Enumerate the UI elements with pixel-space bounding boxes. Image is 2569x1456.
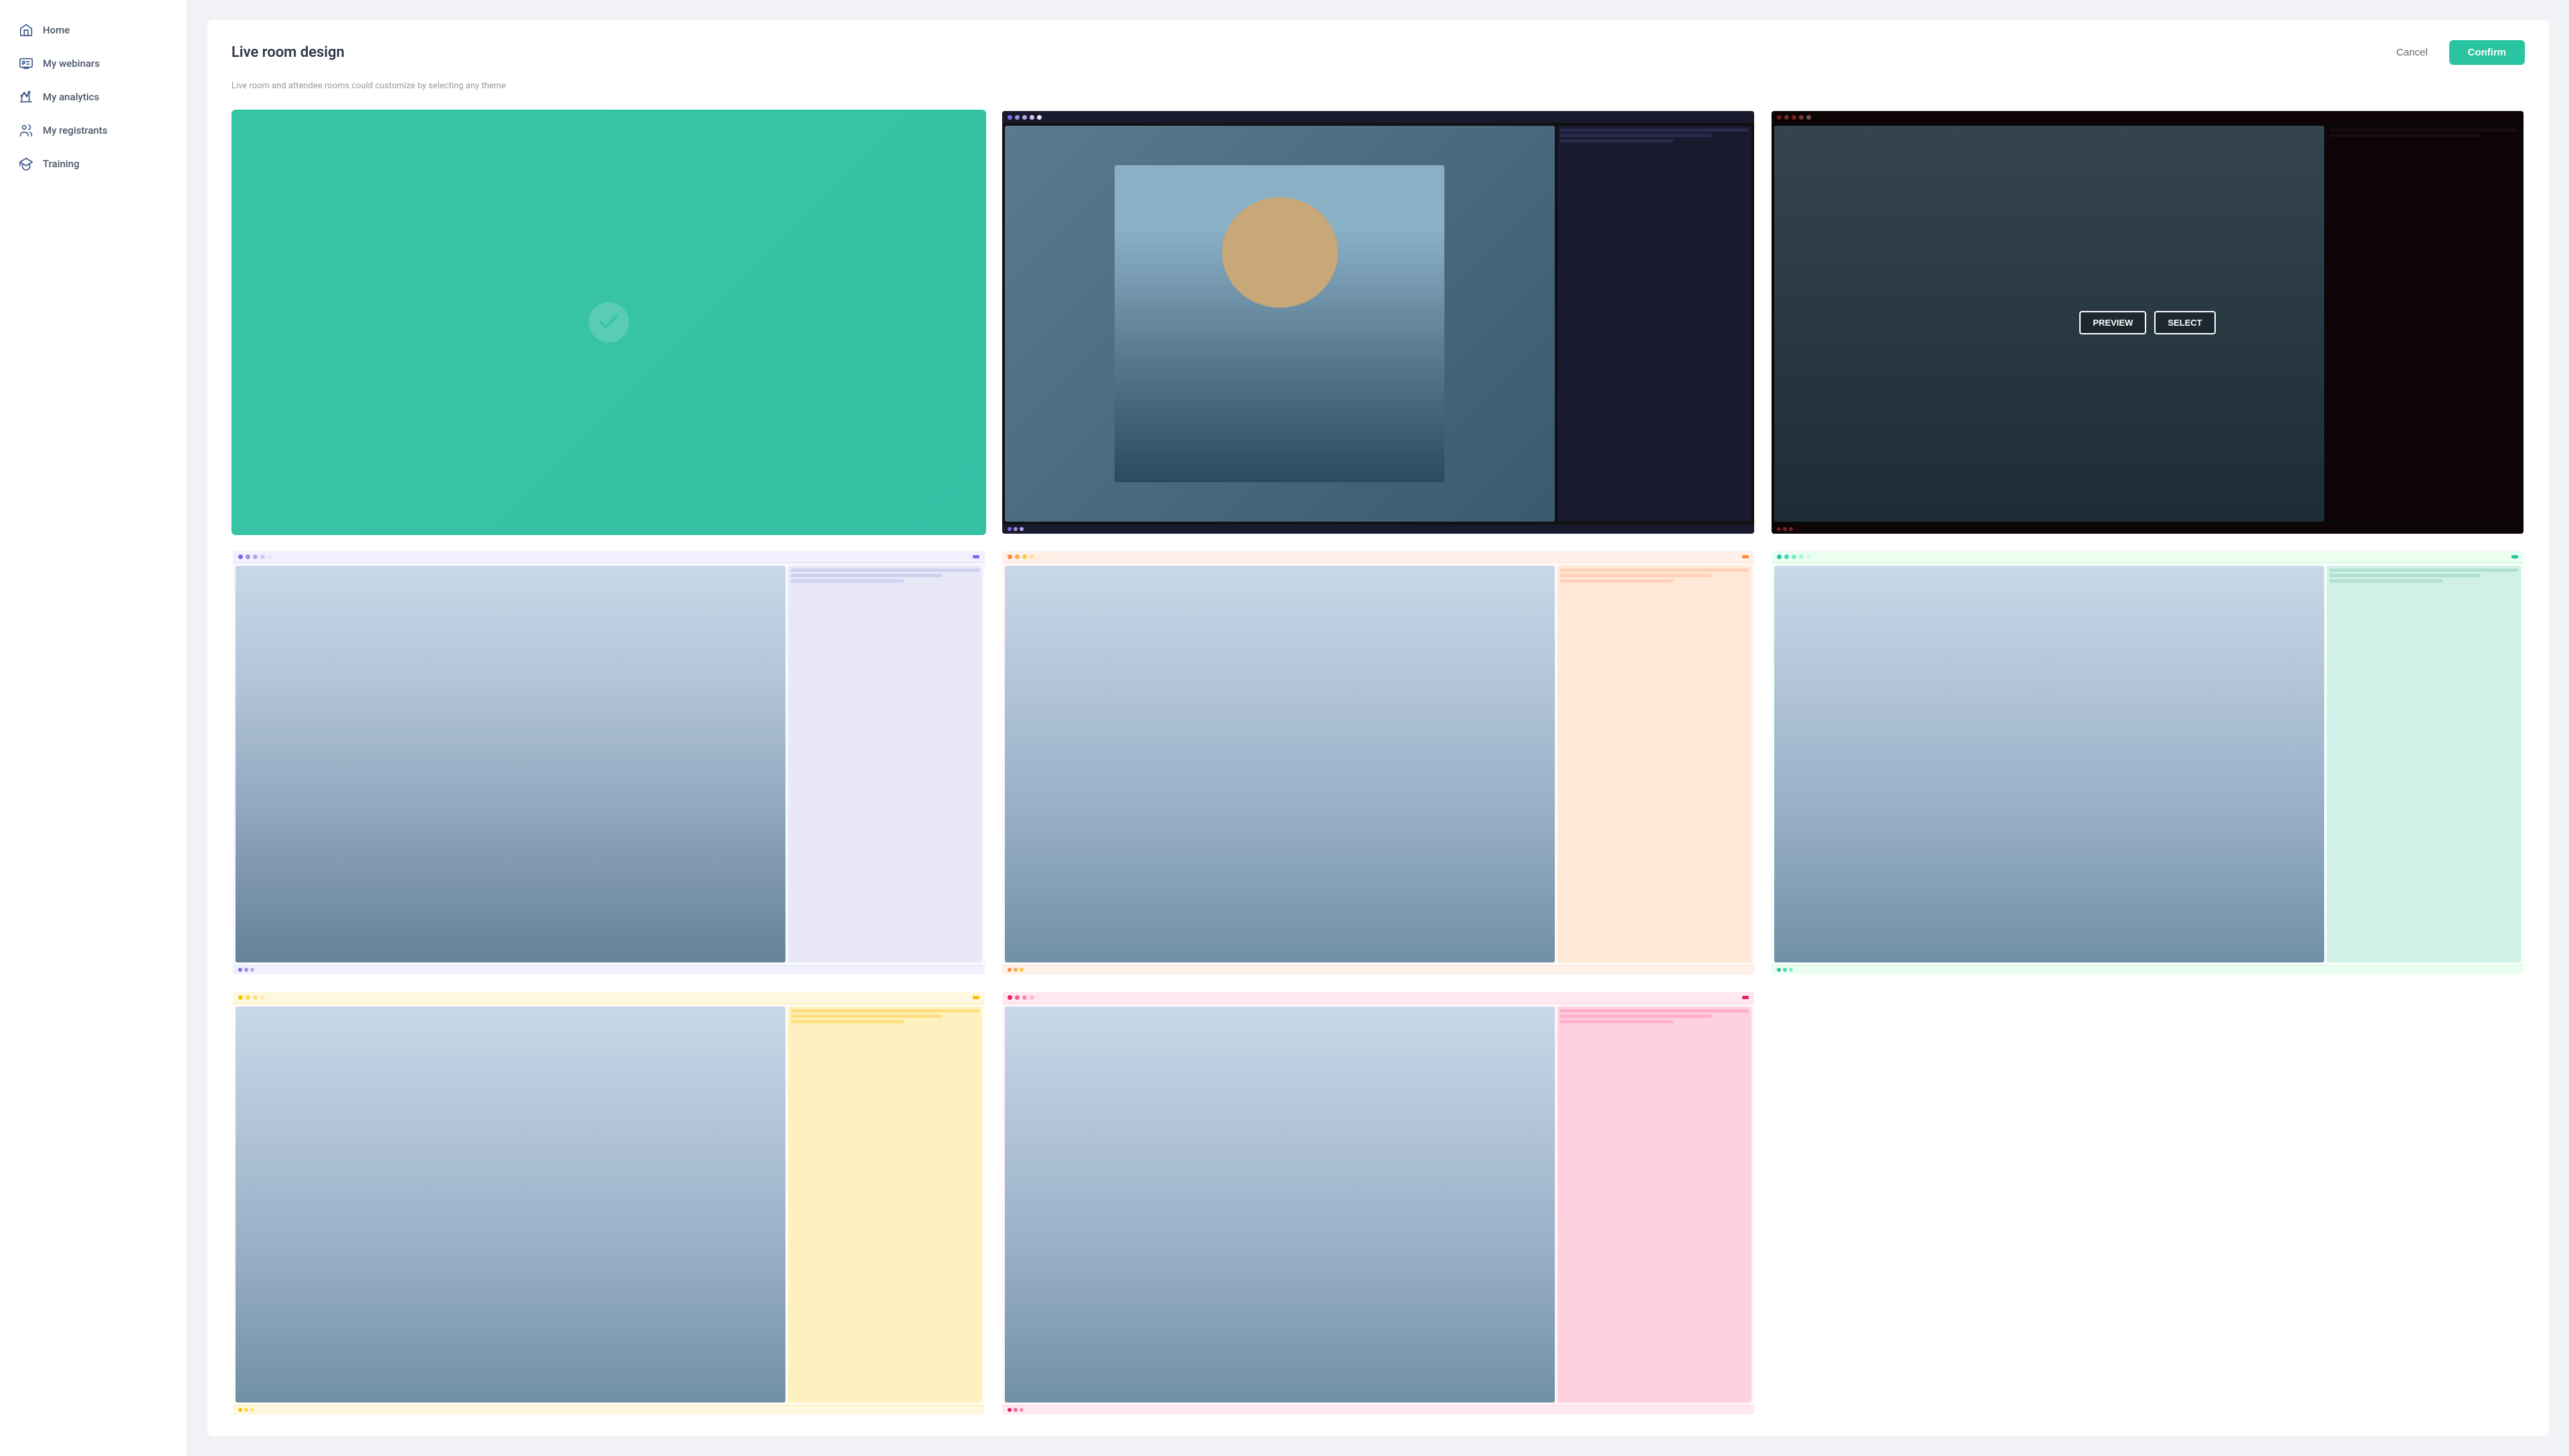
analytics-icon	[19, 90, 33, 104]
sidebar-label-my-registrants: My registrants	[43, 124, 108, 136]
sidebar-label-my-analytics: My analytics	[43, 91, 99, 103]
theme-preview-4	[233, 551, 985, 974]
theme-preview-3: PREVIEW SELECT	[1772, 111, 2524, 534]
theme-card-3[interactable]: PREVIEW SELECT	[1770, 110, 2525, 535]
theme-card-6[interactable]	[1770, 550, 2525, 975]
sidebar-item-my-webinars[interactable]: My webinars	[0, 47, 187, 80]
sidebar-item-my-registrants[interactable]: My registrants	[0, 114, 187, 147]
page-title: Live room design	[231, 44, 345, 61]
home-icon	[19, 23, 33, 37]
theme-card-8[interactable]	[1001, 991, 1755, 1416]
training-icon	[19, 157, 33, 171]
page-subtitle: Live room and attendee rooms could custo…	[231, 81, 2525, 91]
sidebar-label-my-webinars: My webinars	[43, 58, 100, 70]
theme-preview-6	[1772, 551, 2524, 974]
themes-grid: PREVIEW SELECT	[231, 110, 2525, 1416]
sidebar-label-training: Training	[43, 158, 80, 170]
sidebar-item-training[interactable]: Training	[0, 147, 187, 181]
webinars-icon	[19, 56, 33, 71]
theme-preview-2	[1002, 111, 1754, 534]
registrants-icon	[19, 123, 33, 138]
theme-card-4[interactable]	[231, 550, 986, 975]
theme-preview-8	[1002, 992, 1754, 1415]
theme-preview-5	[1002, 551, 1754, 974]
header-actions: Cancel Confirm	[2386, 40, 2525, 65]
sidebar-item-home[interactable]: Home	[0, 13, 187, 47]
select-button[interactable]: SELECT	[2154, 311, 2215, 334]
preview-button[interactable]: PREVIEW	[2079, 311, 2146, 334]
sidebar: Home My webinars My analytics	[0, 0, 187, 1456]
theme-card-2[interactable]	[1001, 110, 1755, 535]
theme-card-7[interactable]	[231, 991, 986, 1416]
theme-hover-overlay: PREVIEW SELECT	[1772, 111, 2524, 534]
sidebar-label-home: Home	[43, 24, 70, 36]
theme-card-1[interactable]	[231, 110, 986, 535]
page-header: Live room design Cancel Confirm	[231, 40, 2525, 65]
content-wrapper: Live room design Cancel Confirm Live roo…	[207, 20, 2549, 1436]
main-content: Live room design Cancel Confirm Live roo…	[187, 0, 2569, 1456]
cancel-button[interactable]: Cancel	[2386, 41, 2439, 64]
sidebar-item-my-analytics[interactable]: My analytics	[0, 80, 187, 114]
theme-preview-7	[233, 992, 985, 1415]
theme-selected-bg	[233, 111, 985, 534]
confirm-button[interactable]: Confirm	[2449, 40, 2526, 65]
theme-preview-1	[233, 111, 985, 534]
theme-card-5[interactable]	[1001, 550, 1755, 975]
